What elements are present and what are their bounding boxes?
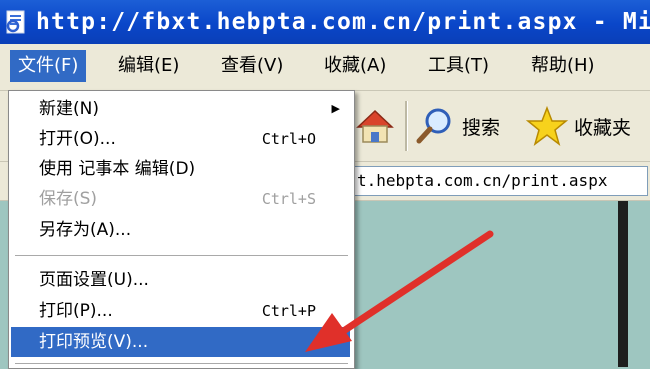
content-divider [618, 201, 628, 367]
star-icon [526, 105, 568, 146]
menu-bar: 文件(F) 编辑(E) 查看(V) 收藏(A) 工具(T) 帮助(H) [0, 44, 650, 91]
menu-favorites[interactable]: 收藏(A) [316, 50, 394, 82]
menu-item-label: 使用 记事本 编辑(D) [39, 159, 196, 179]
menu-item-page-setup[interactable]: 页面设置(U)... [11, 265, 350, 295]
menu-item-open[interactable]: 打开(O)... Ctrl+O [11, 124, 350, 154]
menu-item-label: 保存(S) [39, 189, 98, 209]
menu-tools[interactable]: 工具(T) [420, 50, 497, 82]
search-label: 搜索 [462, 116, 501, 139]
menu-separator [15, 255, 348, 257]
address-url: t.hebpta.com.cn/print.aspx [357, 171, 608, 190]
title-bar: http://fbxt.hebpta.com.cn/print.aspx - M… [0, 0, 650, 44]
menu-item-shortcut: Ctrl+O [261, 130, 316, 148]
submenu-arrow-icon: ▶ [331, 102, 340, 115]
menu-item-print[interactable]: 打印(P)... Ctrl+P [11, 296, 350, 326]
ie-page-icon [6, 10, 25, 34]
favorites-button[interactable]: 收藏夹 [526, 91, 631, 161]
window-title: http://fbxt.hebpta.com.cn/print.aspx - M… [36, 9, 650, 35]
search-icon [416, 108, 451, 144]
menu-item-label: 页面设置(U)... [39, 270, 149, 290]
menu-item-label: 新建(N) [39, 99, 99, 119]
menu-item-label: 另存为(A)... [39, 220, 132, 240]
menu-item-label: 打开(O)... [39, 129, 116, 149]
menu-edit[interactable]: 编辑(E) [110, 50, 187, 82]
file-menu-dropdown: 新建(N) ▶ 打开(O)... Ctrl+O 使用 记事本 编辑(D) 保存(… [8, 90, 355, 369]
menu-item-save-as[interactable]: 另存为(A)... [11, 215, 350, 245]
search-button[interactable]: 搜索 [414, 91, 500, 161]
menu-help[interactable]: 帮助(H) [523, 50, 603, 82]
menu-item-shortcut: Ctrl+P [261, 302, 316, 320]
favorites-label: 收藏夹 [574, 116, 632, 139]
menu-separator [15, 363, 348, 365]
menu-item-label: 打印预览(V)... [39, 332, 149, 352]
home-icon [356, 109, 394, 143]
menu-item-print-preview[interactable]: 打印预览(V)... [11, 327, 350, 357]
menu-item-new[interactable]: 新建(N) ▶ [11, 94, 350, 124]
address-input[interactable]: t.hebpta.com.cn/print.aspx [340, 166, 648, 196]
menu-item-edit-notepad[interactable]: 使用 记事本 编辑(D) [11, 154, 350, 184]
menu-item-save: 保存(S) Ctrl+S [11, 184, 350, 214]
menu-view[interactable]: 查看(V) [213, 50, 291, 82]
menu-file[interactable]: 文件(F) [10, 50, 87, 82]
home-button[interactable] [352, 91, 398, 161]
menu-item-shortcut: Ctrl+S [261, 190, 316, 208]
toolbar-separator [405, 101, 408, 151]
menu-item-label: 打印(P)... [39, 301, 113, 321]
